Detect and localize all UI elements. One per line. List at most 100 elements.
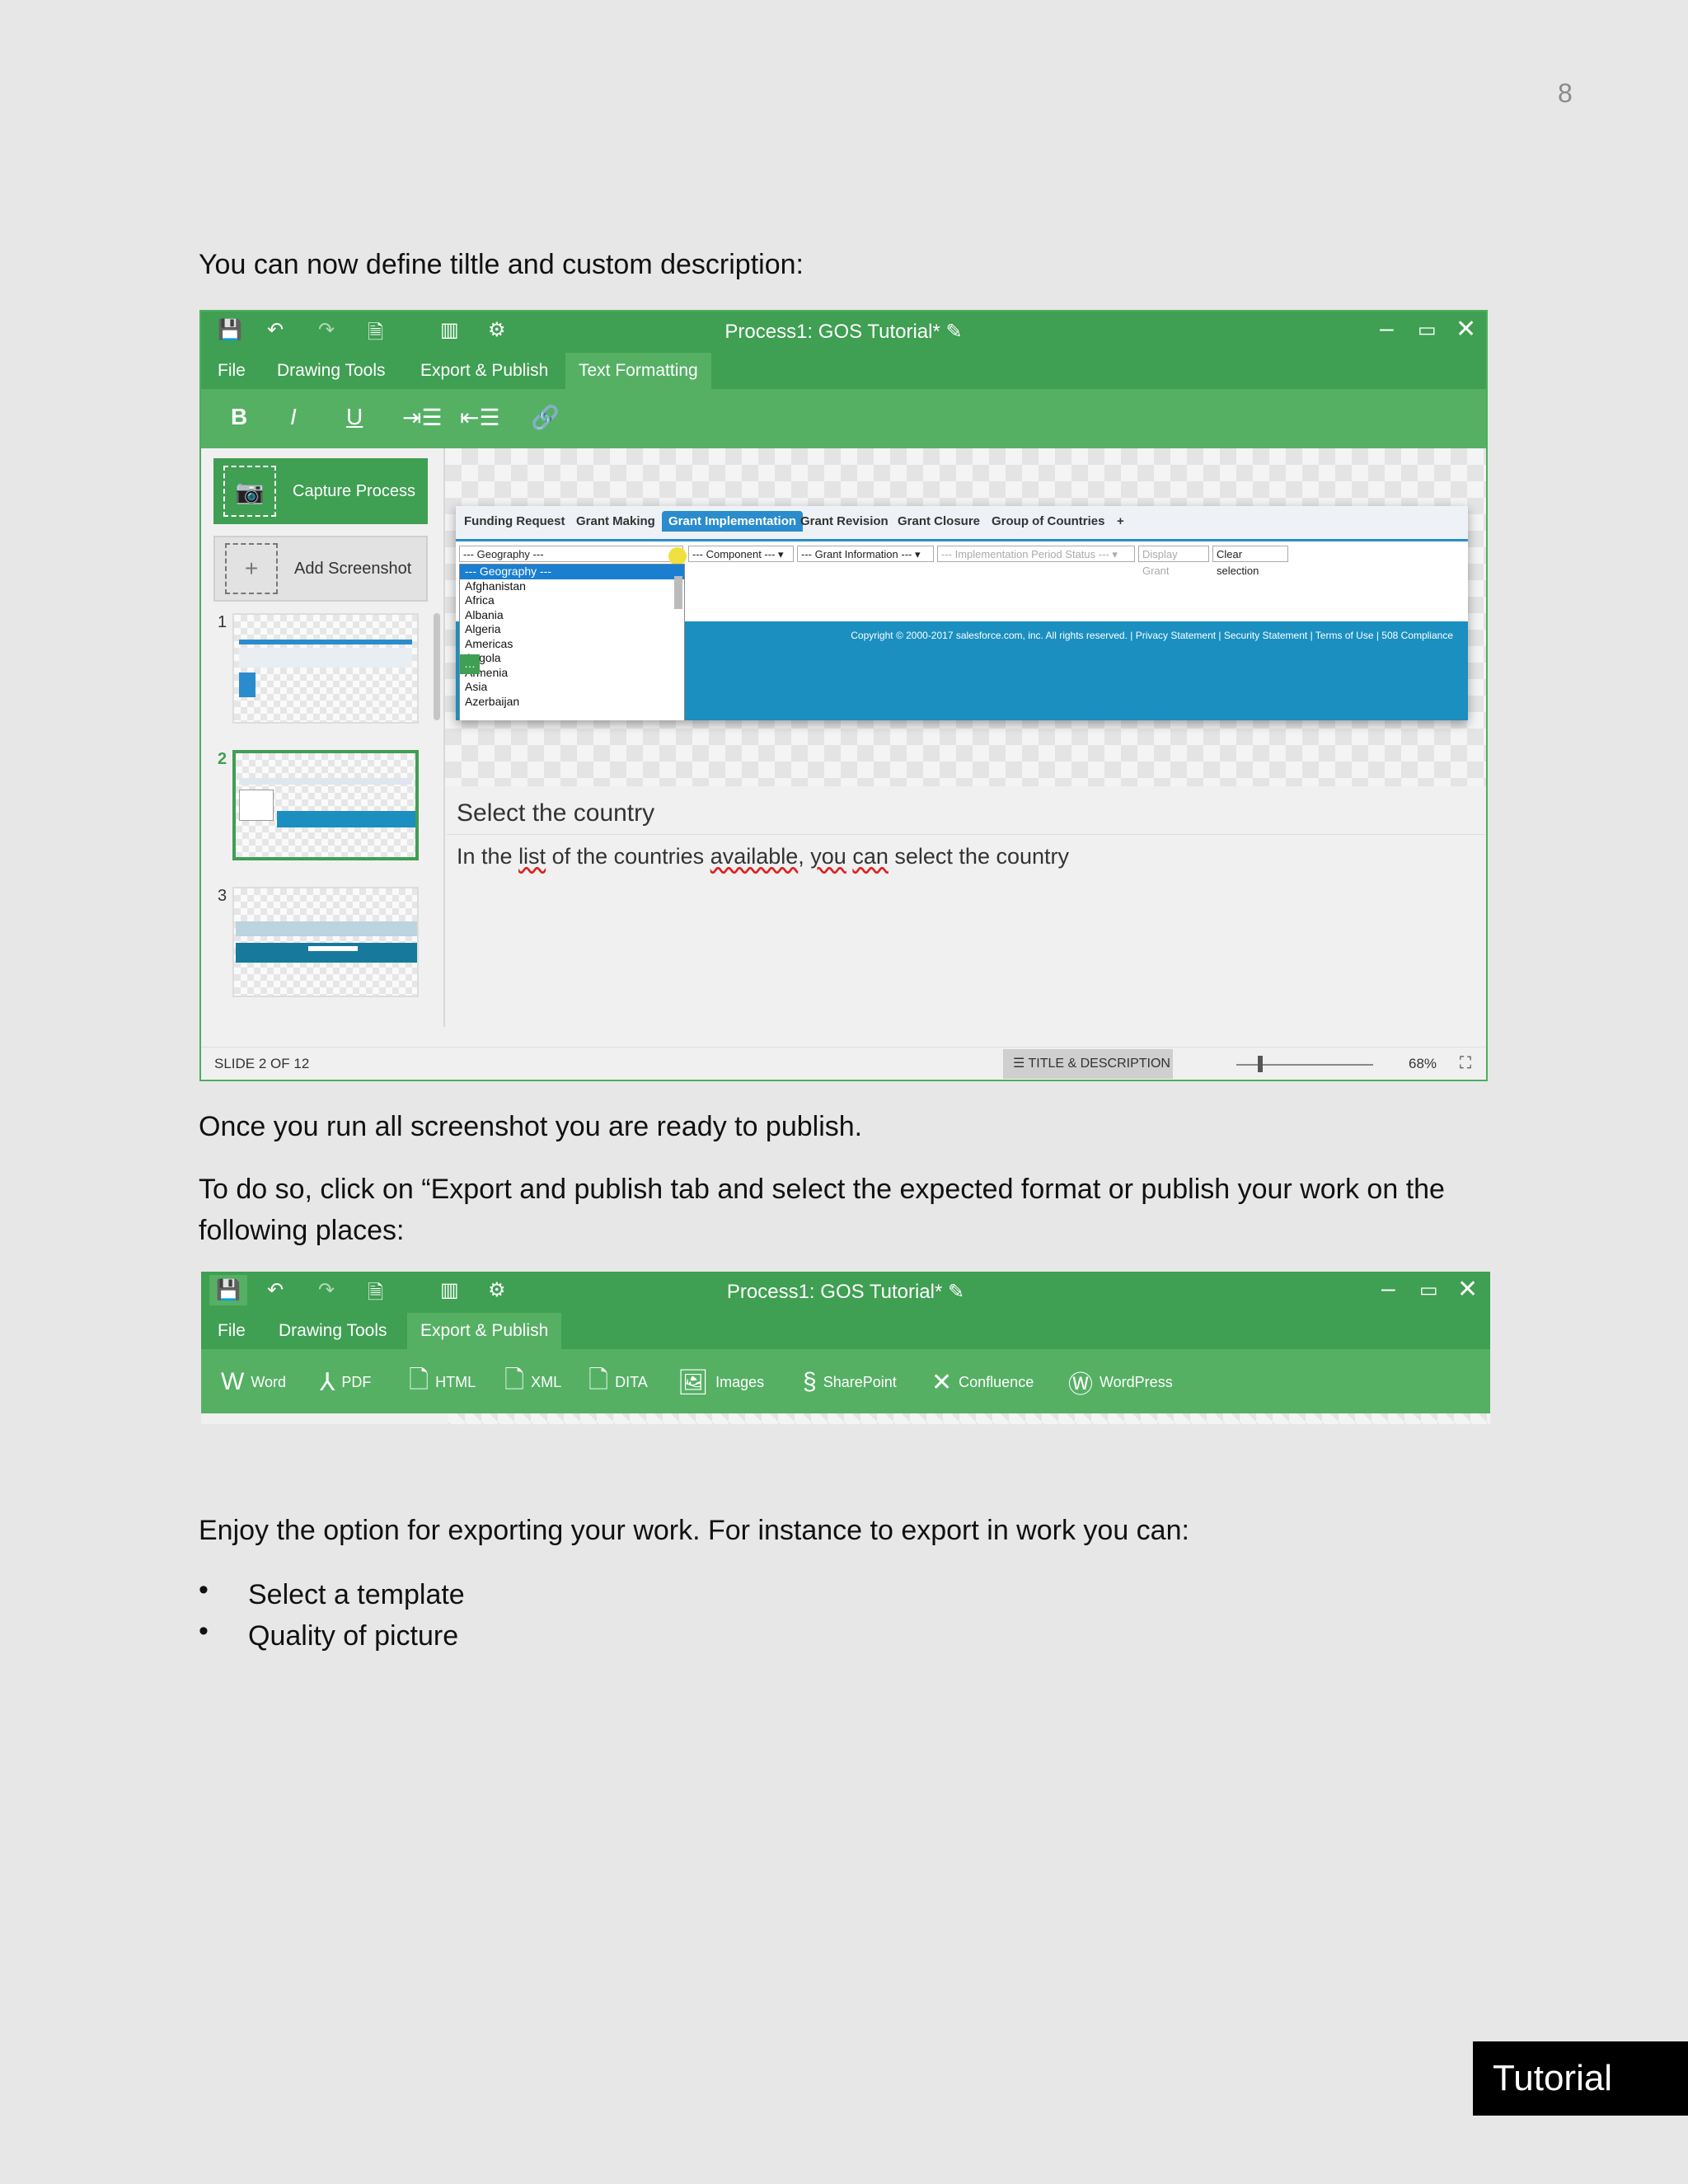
underline-button[interactable]: U bbox=[346, 404, 363, 430]
outdent-icon[interactable]: ⇤☰ bbox=[460, 404, 500, 431]
minimize-icon[interactable]: – bbox=[1381, 1275, 1395, 1303]
list-item: Albania bbox=[465, 607, 504, 621]
export-options-paragraph: Enjoy the option for exporting your work… bbox=[199, 1515, 1189, 1546]
list-item: --- Geography --- bbox=[460, 565, 684, 579]
list-item: Afghanistan bbox=[465, 579, 526, 593]
list-item: Angola bbox=[465, 651, 501, 664]
menu-file[interactable]: File bbox=[204, 353, 259, 389]
geography-select: --- Geography --- bbox=[459, 546, 683, 562]
zoom-level: 68% bbox=[1409, 1056, 1437, 1071]
formatting-toolbar: B I U ⇥☰ ⇤☰ 🔗 bbox=[201, 389, 1486, 448]
bullet-icon: • bbox=[199, 1574, 209, 1605]
slide-thumbnail-1[interactable] bbox=[232, 613, 419, 724]
title-description-toggle[interactable]: ☰ TITLE & DESCRIPTION bbox=[1003, 1049, 1173, 1079]
cursor-highlight bbox=[668, 547, 687, 565]
maximize-icon[interactable]: ▭ bbox=[1419, 1278, 1438, 1302]
sharepoint-icon: § bbox=[803, 1368, 817, 1395]
list-item: Algeria bbox=[465, 622, 501, 635]
grant-info-select: --- Grant Information --- ▾ bbox=[797, 546, 934, 562]
bullet-item: Quality of picture bbox=[248, 1620, 459, 1652]
window-title: Process1: GOS Tutorial* ✎ bbox=[726, 1281, 965, 1303]
menu-bar: File Drawing Tools Export & Publish Text… bbox=[201, 353, 1486, 389]
slide-thumbnail-3[interactable] bbox=[232, 887, 419, 997]
wordpress-icon: Ⓦ bbox=[1068, 1371, 1093, 1399]
window-title: Process1: GOS Tutorial* ✎ bbox=[724, 321, 963, 343]
export-dita-button[interactable]: 🗋 DITA bbox=[588, 1366, 648, 1399]
menu-text-formatting[interactable]: Text Formatting bbox=[565, 353, 711, 389]
export-xml-button[interactable]: 🗋 XML bbox=[504, 1366, 561, 1399]
export-pdf-button[interactable]: ⅄ PDF bbox=[320, 1366, 371, 1399]
bold-button[interactable]: B bbox=[231, 404, 247, 430]
canvas-strip bbox=[448, 1413, 1490, 1424]
tab-grant-making: Grant Making bbox=[576, 514, 655, 528]
tab-grant-closure: Grant Closure bbox=[898, 514, 981, 528]
minimize-icon[interactable]: – bbox=[1380, 315, 1394, 343]
menu-drawing-tools[interactable]: Drawing Tools bbox=[265, 1313, 401, 1349]
image-icon: 🖼 bbox=[678, 1368, 710, 1396]
slide-description-field[interactable]: In the list of the countries available, … bbox=[457, 844, 1069, 869]
word-icon: W bbox=[221, 1368, 245, 1395]
html-icon: 🗋 bbox=[409, 1366, 429, 1394]
slide-canvas[interactable]: Funding Request Grant Making Grant Imple… bbox=[445, 448, 1486, 786]
scrollbar[interactable] bbox=[434, 613, 440, 720]
dita-icon: 🗋 bbox=[588, 1366, 609, 1394]
tab-grant-implementation: Grant Implementation bbox=[662, 511, 804, 532]
tab-add: + bbox=[1117, 514, 1124, 528]
capture-process-button[interactable]: 📷 Capture Process bbox=[213, 458, 428, 524]
menu-export-publish[interactable]: Export & Publish bbox=[407, 353, 561, 389]
copyright-text: Copyright © 2000-2017 salesforce.com, in… bbox=[851, 630, 1453, 641]
list-item: Armenia bbox=[465, 665, 509, 679]
indent-icon[interactable]: ⇥☰ bbox=[402, 404, 443, 431]
step-marker: … bbox=[460, 654, 480, 674]
component-select: --- Component --- ▾ bbox=[688, 546, 794, 562]
export-images-button[interactable]: 🖼 Images bbox=[678, 1366, 764, 1399]
grant-tabs: Funding Request Grant Making Grant Imple… bbox=[456, 506, 1468, 541]
fit-screen-icon[interactable]: ⛶ bbox=[1460, 1054, 1471, 1073]
captured-screenshot: Funding Request Grant Making Grant Imple… bbox=[456, 506, 1468, 720]
maximize-icon[interactable]: ▭ bbox=[1418, 318, 1437, 342]
publish-paragraph: Once you run all screenshot you are read… bbox=[199, 1111, 863, 1142]
thumb-number: 3 bbox=[218, 887, 227, 905]
add-screenshot-button[interactable]: + Add Screenshot bbox=[213, 536, 428, 602]
thumb-number: 2 bbox=[218, 750, 227, 768]
export-word-button[interactable]: W Word bbox=[221, 1366, 286, 1399]
xml-icon: 🗋 bbox=[504, 1366, 525, 1394]
zoom-slider-handle[interactable] bbox=[1258, 1056, 1263, 1072]
export-instructions-line2: following places: bbox=[199, 1215, 405, 1246]
list-item: Azerbaijan bbox=[465, 694, 520, 708]
slide-title-field[interactable]: Select the country bbox=[457, 799, 654, 827]
zoom-slider[interactable] bbox=[1236, 1064, 1373, 1066]
divider bbox=[447, 834, 1485, 835]
tab-group-of-countries: Group of Countries bbox=[992, 514, 1105, 528]
link-icon[interactable]: 🔗 bbox=[531, 404, 560, 431]
screenshot-export-ribbon: 💾 ↶ ↷ 🗎 ▥ ⚙ Process1: GOS Tutorial* ✎ – … bbox=[201, 1272, 1490, 1424]
publish-confluence-button[interactable]: ✕ Confluence bbox=[931, 1366, 1034, 1399]
add-icon: + bbox=[225, 543, 278, 594]
list-item: Africa bbox=[465, 593, 495, 607]
status-bar: SLIDE 2 OF 12 ☰ TITLE & DESCRIPTION 68% … bbox=[201, 1047, 1486, 1080]
italic-button[interactable]: I bbox=[290, 404, 297, 430]
intro-paragraph: You can now define tiltle and custom des… bbox=[199, 249, 804, 280]
list-item: Asia bbox=[465, 680, 488, 693]
bullet-icon: • bbox=[199, 1615, 209, 1647]
pdf-icon: ⅄ bbox=[320, 1368, 335, 1396]
export-toolbar: W Word ⅄ PDF 🗋 HTML 🗋 XML 🗋 DITA 🖼 Images § Sha… bbox=[201, 1349, 1490, 1413]
close-icon[interactable]: ✕ bbox=[1457, 1275, 1478, 1304]
slide-thumbnail-2[interactable] bbox=[232, 750, 419, 860]
implementation-status-select: --- Implementation Period Status --- ▾ bbox=[937, 546, 1135, 562]
display-grant-button: Display Grant bbox=[1138, 546, 1209, 577]
clear-selection-button: Clear selection bbox=[1212, 546, 1288, 577]
bullet-item: Select a template bbox=[248, 1579, 465, 1610]
list-item: Americas bbox=[465, 636, 513, 650]
scrollbar bbox=[674, 576, 682, 609]
slides-panel: 📷 Capture Process + Add Screenshot 1 2 3 bbox=[201, 448, 445, 1027]
publish-wordpress-button[interactable]: Ⓦ WordPress bbox=[1068, 1366, 1173, 1399]
menu-file[interactable]: File bbox=[204, 1313, 259, 1349]
menu-export-publish[interactable]: Export & Publish bbox=[407, 1313, 562, 1349]
menu-drawing-tools[interactable]: Drawing Tools bbox=[264, 353, 399, 389]
close-icon[interactable]: ✕ bbox=[1456, 315, 1476, 344]
publish-sharepoint-button[interactable]: § SharePoint bbox=[803, 1366, 897, 1399]
tab-grant-revision: Grant Revision bbox=[800, 514, 889, 528]
export-html-button[interactable]: 🗋 HTML bbox=[409, 1366, 476, 1399]
tab-funding-request: Funding Request bbox=[464, 514, 565, 528]
